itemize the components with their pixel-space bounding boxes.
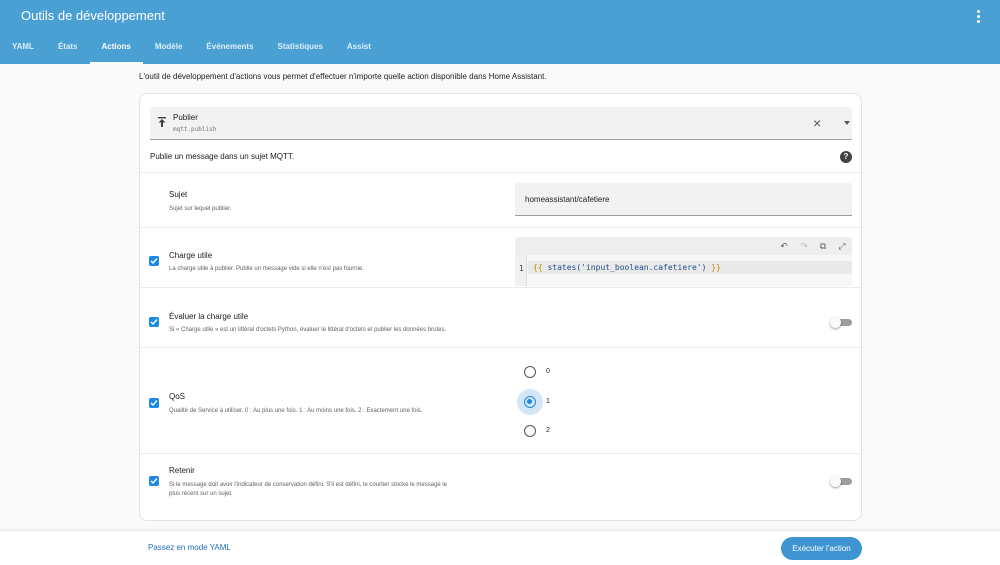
tab-states[interactable]: États [46, 30, 90, 64]
toggle-thumb [830, 317, 841, 328]
run-action-button[interactable]: Exécuter l'action [781, 537, 862, 560]
tab-assist[interactable]: Assist [335, 30, 383, 64]
field-description: Qualité de Service à utiliser. 0 : Au pl… [169, 408, 423, 414]
yaml-mode-button[interactable]: Passez en mode YAML [148, 543, 231, 552]
payload-checkbox[interactable] [149, 256, 159, 266]
topic-input[interactable]: homeassistant/cafetiere [515, 183, 852, 216]
qos-radio-1[interactable] [524, 396, 536, 408]
qos-option-label: 1 [546, 398, 550, 405]
editor-toolbar: ↶ ↷ ⧉ ⤢ [515, 237, 852, 255]
dots-vertical-icon[interactable] [971, 7, 985, 25]
field-description: Si « Charge utile » est un littéral d'oc… [169, 327, 447, 333]
service-description: Publie un message dans un sujet MQTT. [150, 152, 295, 161]
chevron-down-icon[interactable] [844, 121, 850, 125]
help-icon[interactable]: ? [840, 151, 852, 163]
fullscreen-icon[interactable]: ⤢ [836, 240, 848, 252]
field-label: Évaluer la charge utile [169, 312, 249, 321]
action-footer: Passez en mode YAML Exécuter l'action [0, 530, 1000, 565]
copy-icon[interactable]: ⧉ [817, 240, 829, 252]
field-row-evaluate: Évaluer la charge utile Si « Charge util… [140, 287, 861, 347]
tab-events[interactable]: Événements [194, 30, 265, 64]
service-picker[interactable]: Publier mqtt.publish × [150, 107, 852, 140]
field-label: Sujet [169, 190, 188, 199]
qos-option-label: 0 [546, 368, 550, 375]
redo-icon[interactable]: ↷ [798, 240, 810, 252]
close-icon[interactable]: × [813, 114, 821, 132]
code-open-brace: {{ [533, 263, 543, 272]
field-label: QoS [169, 392, 186, 401]
tab-actions[interactable]: Actions [89, 30, 144, 64]
code-text: {{ states('input_boolean.cafetiere') }} [533, 263, 721, 272]
payload-code-editor[interactable]: ↶ ↷ ⧉ ⤢ 1 {{ states('input_boolean.cafet… [515, 237, 852, 286]
tab-bar: YAML États Actions Modèle Événements Sta… [0, 30, 383, 64]
action-card: Publier mqtt.publish × Publie un message… [139, 93, 862, 521]
line-number: 1 [519, 264, 524, 273]
field-description-continued: plus récent sur un sujet. [169, 491, 233, 497]
tab-statistics[interactable]: Statistiques [266, 30, 335, 64]
app-toolbar: Outils de développement YAML États Actio… [0, 0, 1000, 64]
service-id: mqtt.publish [173, 126, 217, 133]
retain-checkbox[interactable] [149, 476, 159, 486]
toggle-thumb [830, 476, 841, 487]
field-row-retain: Retenir Si le message doit avoir l'indic… [140, 453, 861, 521]
code-expression: states('input_boolean.cafetiere') [542, 263, 712, 272]
qos-option-label: 2 [546, 427, 550, 434]
evaluate-toggle[interactable] [830, 317, 852, 328]
qos-checkbox[interactable] [149, 398, 159, 408]
field-description: La charge utile à publier. Publie un mes… [169, 266, 364, 272]
code-close-brace: }} [711, 263, 721, 272]
intro-text: L'outil de développement d'actions vous … [139, 72, 547, 81]
field-description: Sujet sur lequel publier. [169, 206, 232, 212]
evaluate-checkbox[interactable] [149, 317, 159, 327]
undo-icon[interactable]: ↶ [778, 240, 790, 252]
retain-toggle[interactable] [830, 476, 852, 487]
field-label: Charge utile [169, 251, 213, 260]
field-label: Retenir [169, 466, 195, 475]
tab-yaml[interactable]: YAML [0, 30, 46, 64]
publish-icon [158, 117, 166, 127]
page-title: Outils de développement [21, 8, 165, 23]
service-name: Publier [173, 113, 198, 122]
field-row-payload: Charge utile La charge utile à publier. … [140, 227, 861, 287]
tab-template[interactable]: Modèle [143, 30, 195, 64]
field-row-qos: QoS Qualité de Service à utiliser. 0 : A… [140, 347, 861, 453]
qos-radio-2[interactable] [524, 425, 536, 437]
qos-radio-0[interactable] [524, 366, 536, 378]
field-description: Si le message doit avoir l'indicateur de… [169, 482, 448, 488]
field-row-topic: Sujet Sujet sur lequel publier. homeassi… [140, 172, 861, 227]
